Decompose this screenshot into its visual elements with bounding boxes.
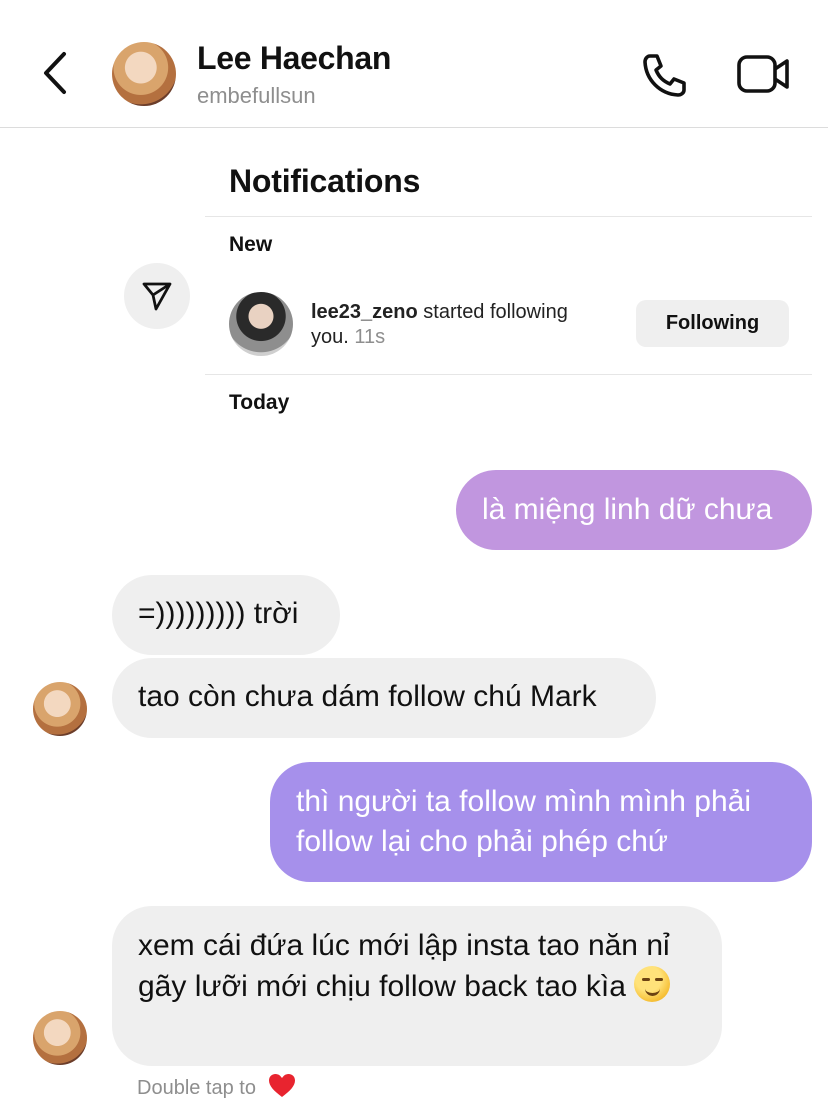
notification-time: 11s [348, 326, 386, 348]
red-heart-icon [268, 1074, 295, 1097]
section-new-label: New [229, 233, 273, 256]
paper-plane-icon [142, 282, 172, 311]
chevron-left-icon [44, 52, 66, 94]
incoming-message[interactable]: xem cái đứa lúc mới lập insta tao năn nỉ… [112, 906, 722, 1066]
shared-notifications-post[interactable]: Notifications New lee23_zeno started fol… [205, 150, 812, 440]
divider [205, 374, 812, 375]
double-tap-hint: Double tap to [137, 1073, 296, 1100]
contact-username[interactable]: embefullsun [197, 83, 316, 109]
section-today-label: Today [229, 391, 290, 414]
hint-text: Double tap to [137, 1077, 256, 1099]
contact-avatar-small[interactable] [33, 1011, 87, 1065]
contact-avatar[interactable] [112, 42, 176, 106]
notifications-title: Notifications [229, 163, 421, 199]
follower-avatar [229, 292, 293, 356]
divider [205, 216, 812, 217]
contact-avatar-small[interactable] [33, 682, 87, 736]
chat-header: Lee Haechan embefullsun [0, 0, 828, 128]
audio-call-button[interactable] [638, 50, 690, 98]
contact-name[interactable]: Lee Haechan [197, 40, 391, 77]
video-camera-icon [737, 55, 789, 93]
follower-username: lee23_zeno [311, 301, 418, 323]
outgoing-message[interactable]: là miệng linh dữ chưa [456, 470, 812, 550]
outgoing-message[interactable]: thì người ta follow mình mình phải follo… [270, 762, 812, 882]
message-text: xem cái đứa lúc mới lập insta tao năn nỉ… [138, 929, 670, 1003]
phone-icon [643, 54, 686, 97]
notification-text: lee23_zeno started following you. 11s [311, 300, 611, 350]
back-button[interactable] [36, 50, 76, 96]
share-button[interactable] [124, 263, 190, 329]
smirking-face-emoji-icon [634, 966, 671, 1002]
incoming-message[interactable]: tao còn chưa dám follow chú Mark [112, 658, 656, 738]
incoming-message[interactable]: =))))))))) trời [112, 575, 340, 655]
video-call-button[interactable] [734, 50, 792, 98]
following-button: Following [636, 300, 789, 347]
